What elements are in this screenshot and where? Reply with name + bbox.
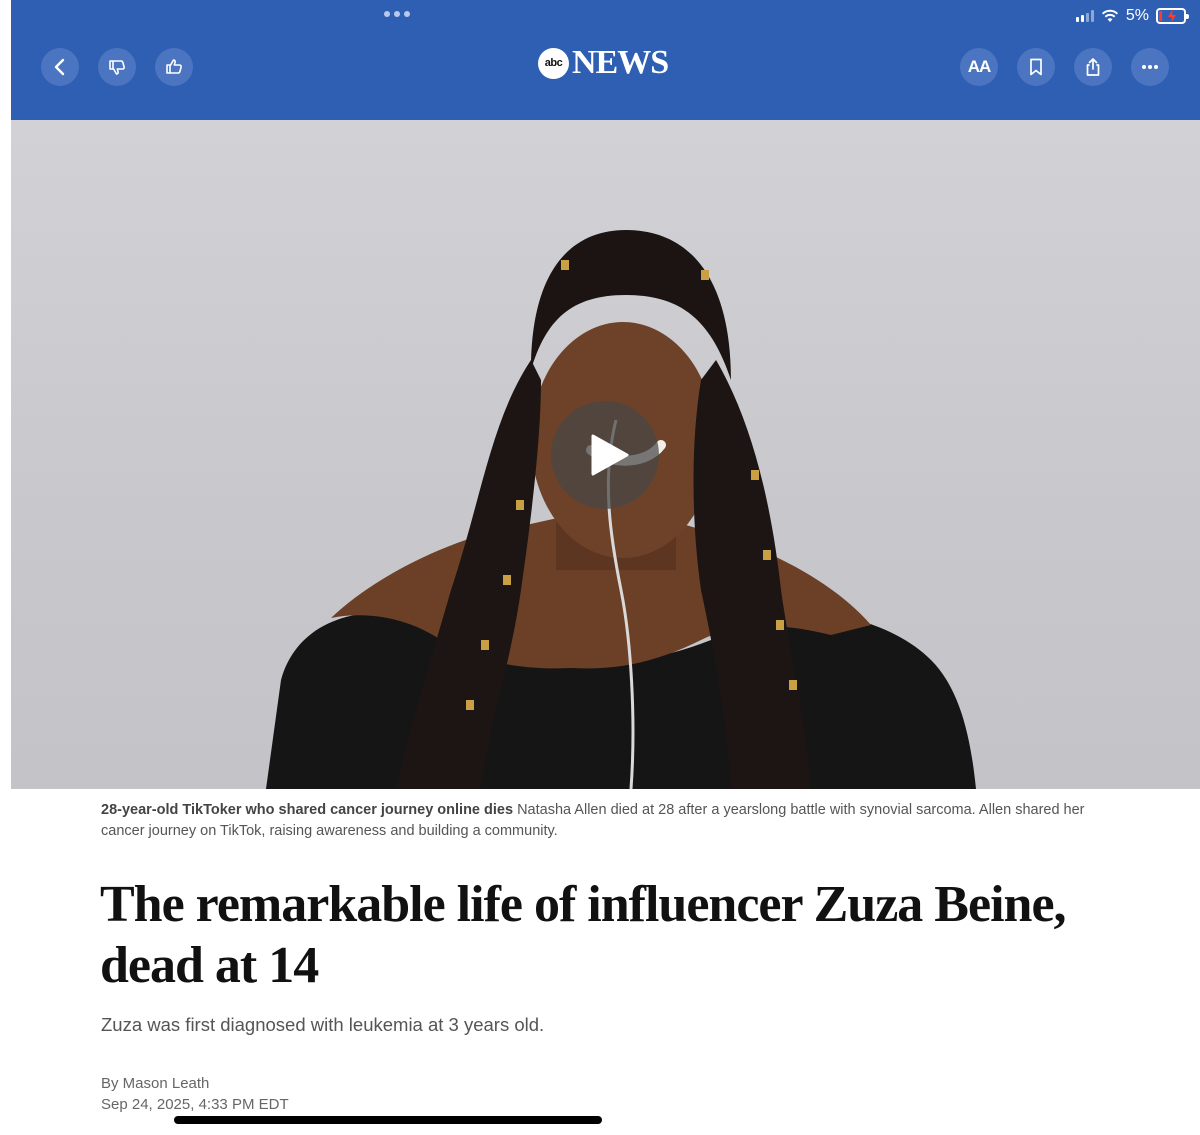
back-button[interactable] <box>41 48 79 86</box>
multitasking-handle[interactable] <box>384 11 410 17</box>
video-player[interactable] <box>11 120 1200 789</box>
text-size-label: AA <box>967 57 992 76</box>
thumbs-up-icon <box>166 59 182 74</box>
bookmark-button[interactable] <box>1017 48 1055 86</box>
play-icon <box>591 434 629 476</box>
thumbs-down-icon <box>109 60 125 75</box>
video-caption: 28-year-old TikToker who shared cancer j… <box>101 800 1101 842</box>
cellular-signal-icon <box>1075 10 1094 22</box>
article-byline: By Mason Leath <box>101 1075 210 1092</box>
text-size-button[interactable]: AA <box>960 48 998 86</box>
status-bar: 5% <box>1075 5 1189 27</box>
article-dek: Zuza was first diagnosed with leukemia a… <box>101 1014 545 1035</box>
chevron-left-icon <box>54 58 65 76</box>
article-headline: The remarkable life of influencer Zuza B… <box>100 876 1067 994</box>
bookmark-icon <box>1030 58 1042 76</box>
share-button[interactable] <box>1074 48 1112 86</box>
caption-title: 28-year-old TikToker who shared cancer j… <box>101 802 514 818</box>
play-button[interactable] <box>551 401 659 509</box>
wifi-icon <box>1101 9 1118 22</box>
home-indicator[interactable] <box>174 1116 602 1124</box>
like-button[interactable] <box>155 48 193 86</box>
news-wordmark: NEWS <box>572 44 669 81</box>
battery-percent: 5% <box>1125 7 1149 24</box>
article-date: Sep 24, 2025, 4:33 PM EDT <box>101 1096 289 1113</box>
battery-icon <box>1156 8 1189 24</box>
dislike-button[interactable] <box>98 48 136 86</box>
abc-logo-badge: abc <box>538 47 569 79</box>
article-byline-block: By Mason Leath Sep 24, 2025, 4:33 PM EDT <box>101 1073 289 1115</box>
more-options-button[interactable] <box>1131 48 1169 86</box>
share-icon <box>1086 58 1100 76</box>
abc-news-logo: abc NEWS <box>538 44 669 81</box>
page-margin <box>0 0 11 1135</box>
app-header: 5% abc NEWS AA <box>11 0 1200 120</box>
ellipsis-icon <box>1142 65 1158 69</box>
